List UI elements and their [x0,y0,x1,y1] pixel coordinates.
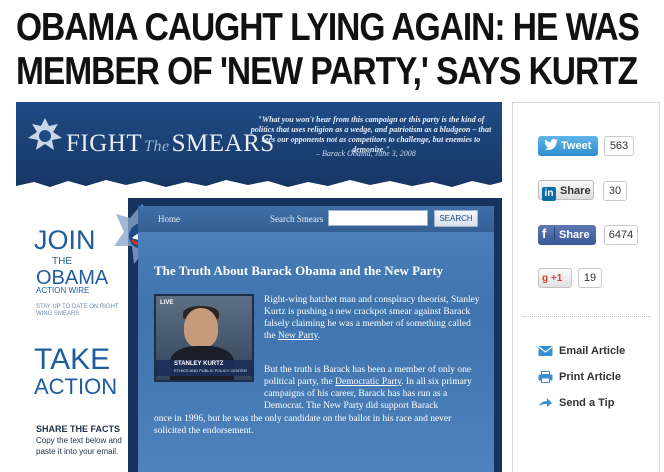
quote-attribution: – Barack Obama, June 3, 2008 [316,149,416,158]
p1-end: . [317,331,321,341]
linkedin-share-button[interactable]: in Share [538,180,594,201]
printer-icon [538,371,553,383]
email-article-label: Email Article [559,345,626,357]
video-speaker-affiliation: ETHICS AND PUBLIC POLICY CENTER [174,368,247,373]
send-a-tip-link[interactable]: Send a Tip [538,397,614,409]
nav-home-link[interactable]: Home [158,214,180,224]
twitter-bird-icon [544,139,558,150]
action-heading[interactable]: ACTION [34,376,117,398]
sidebar-divider [523,316,651,317]
facebook-label: Share [559,229,590,241]
copy-instructions: Copy the text below and paste it into yo… [36,436,122,456]
print-article-label: Print Article [559,371,621,383]
facebook-count: 6474 [604,225,638,245]
headline-line-2: MEMBER OF 'NEW PARTY,' SAYS KURTZ [16,50,638,93]
action-wire-label: ACTION WIRE [36,286,90,295]
facebook-icon: f [542,227,555,241]
tweet-count: 563 [604,136,634,156]
arrow-icon [539,398,552,407]
share-facts-heading: SHARE THE FACTS [36,424,121,434]
eagle-seal-icon [28,118,62,150]
search-input[interactable] [328,210,428,226]
headline-line-1: OBAMA CAUGHT LYING AGAIN: HE WAS [16,6,640,49]
fight-the-smears-screenshot: FIGHT TheSMEARS "What you won't hear from… [16,102,502,472]
video-thumbnail[interactable]: LIVE STANLEY KURTZ ETHICS AND PUBLIC POL… [154,294,254,382]
envelope-icon [538,346,553,356]
article-paragraph-2: But the truth is Barack has been a membe… [264,364,480,412]
headline: OBAMA CAUGHT LYING AGAIN: HE WAS MEMBER … [16,6,640,94]
search-button[interactable]: SEARCH [434,210,478,227]
speaker-head [184,308,218,348]
brand-fight: FIGHT [66,130,143,157]
share-sidebar: Tweet 563 in Share 30 f Share 6474 g +1 19… [512,102,660,472]
join-the-label: THE [52,256,72,267]
google-plus-count: 19 [578,268,602,288]
article-paragraph-3: once in 1996, but he was the only candid… [154,414,452,436]
site-nav: Home Search Smears SEARCH [138,206,494,232]
print-article-link[interactable]: Print Article [538,371,621,383]
content-panel: Home Search Smears SEARCH The Truth Abou… [138,206,494,472]
search-smears-label: Search Smears [270,214,324,224]
video-speaker-name: STANLEY KURTZ [174,361,224,367]
new-party-link[interactable]: New Party [278,331,318,341]
article-title: The Truth About Barack Obama and the New… [154,263,444,278]
tweet-button[interactable]: Tweet [538,136,598,156]
gplus-label: +1 [550,273,563,284]
send-tip-label: Send a Tip [559,397,615,409]
google-plus-icon: g [542,273,549,284]
article-paragraph-1: Right-wing hatchet man and conspiracy th… [264,294,480,342]
linkedin-icon: in [542,187,556,201]
take-heading[interactable]: TAKE [34,345,110,375]
democratic-party-link[interactable]: Democratic Party [335,377,401,387]
linkedin-count: 30 [603,181,627,201]
linkedin-label: Share [560,185,591,197]
live-badge: LIVE [160,300,174,306]
email-article-link[interactable]: Email Article [538,345,625,357]
brand-the: The [144,138,170,155]
facebook-share-button[interactable]: f Share [538,225,596,245]
fight-the-smears-logo[interactable]: FIGHT TheSMEARS [66,130,275,158]
join-heading[interactable]: JOIN [34,226,96,254]
tweet-label: Tweet [561,140,592,152]
google-plus-button[interactable]: g +1 [538,268,572,288]
